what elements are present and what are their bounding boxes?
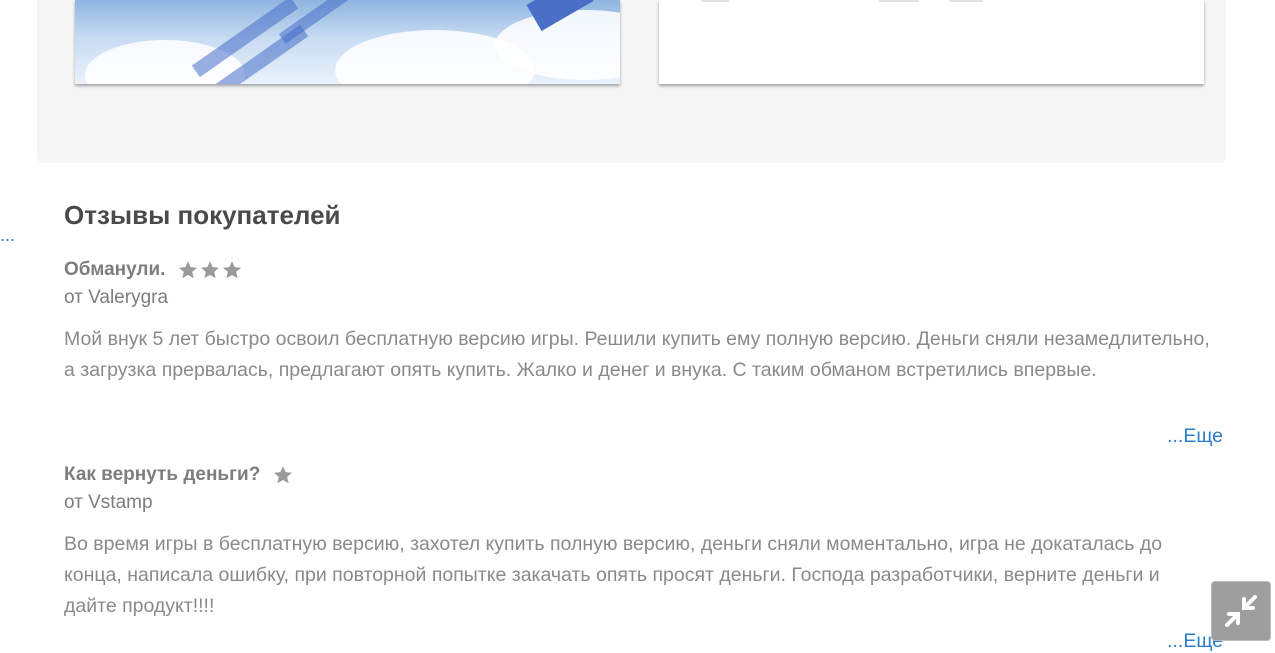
star-icon	[223, 261, 242, 279]
review-rating	[177, 259, 243, 281]
review-rating	[272, 464, 294, 486]
review-title: Как вернуть деньги?	[64, 464, 261, 485]
screenshot-thumbnail[interactable]	[659, 0, 1204, 84]
star-icon	[274, 466, 293, 484]
reviews-section-title: Отзывы покупателей	[64, 200, 341, 230]
screenshot-gallery	[37, 0, 1226, 163]
screenshot-thumbnail[interactable]	[75, 0, 620, 84]
review-item: Обманули. от Valerygra Мой внук 5 лет бы…	[64, 255, 1224, 386]
review-author: от Valerygra	[64, 287, 169, 308]
review-title: Обманули.	[64, 259, 166, 280]
review-more-link[interactable]: ...Еще	[1167, 425, 1223, 448]
review-text: Мой внук 5 лет быстро освоил бесплатную …	[64, 328, 1210, 381]
star-icon	[179, 261, 198, 279]
star-icon	[201, 261, 220, 279]
collapse-icon	[1225, 595, 1257, 627]
review-header: Как вернуть деньги?	[64, 460, 1224, 490]
review-item: Как вернуть деньги? от Vstamp Во время и…	[64, 460, 1224, 622]
collapse-button[interactable]	[1211, 581, 1271, 641]
review-header: Обманули.	[64, 255, 1224, 285]
review-author: от Vstamp	[64, 492, 153, 513]
left-edge-link[interactable]: ...	[0, 225, 15, 246]
review-text: Во время игры в бесплатную версию, захот…	[64, 533, 1163, 617]
